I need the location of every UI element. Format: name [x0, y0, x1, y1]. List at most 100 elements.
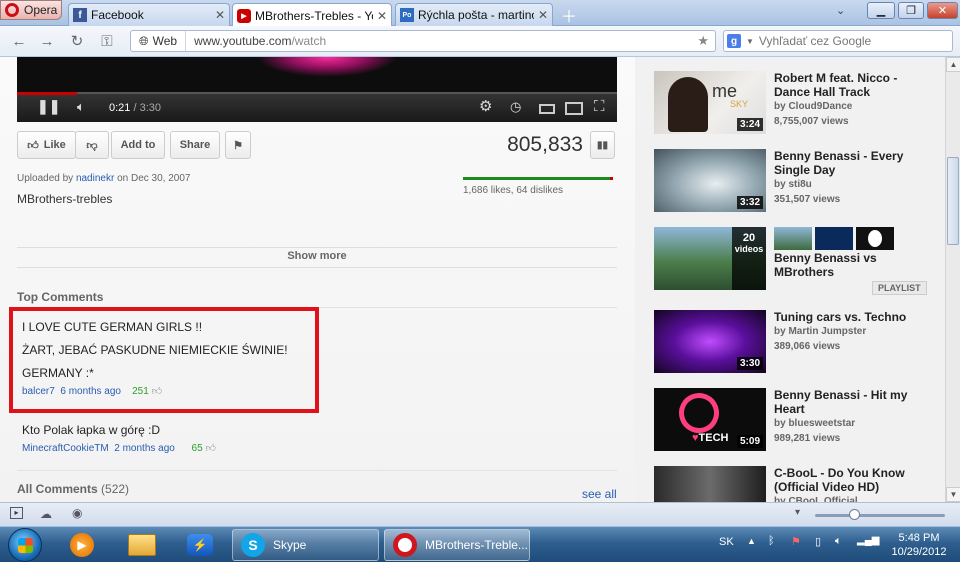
uploader-link[interactable]: nadinekr — [76, 173, 114, 184]
comment-age-link[interactable]: 2 months ago — [114, 443, 175, 454]
see-all-link[interactable]: see all — [582, 487, 617, 501]
related-video-info: Robert M feat. Nicco - Dance Hall Track … — [774, 71, 934, 129]
add-to-label: Add to — [120, 139, 156, 151]
related-video-title[interactable]: C-BooL - Do You Know (Official Video HD) — [774, 466, 934, 494]
new-tab-plus-icon[interactable]: ＋ — [561, 3, 577, 27]
tab-mail[interactable]: Po Rýchla pošta - martino56 ✕ — [395, 3, 553, 26]
engine-dropdown-icon[interactable]: ▼ — [746, 37, 754, 46]
video-thumbnail[interactable]: ♥TECH 5:09 — [654, 388, 766, 451]
tab-title: Rýchla pošta - martino56 — [418, 8, 534, 22]
related-video-item[interactable]: ♥TECH 5:09 Benny Benassi - Hit my Heart … — [654, 388, 944, 452]
comment-author-link[interactable]: MinecraftCookieTM — [22, 443, 109, 454]
related-videos-sidebar: me SKY 3:24 Robert M feat. Nicco - Dance… — [635, 57, 945, 502]
related-video-item[interactable]: 3:32 Benny Benassi - Every Single Day by… — [654, 149, 944, 213]
video-player[interactable]: ❚❚ 🔈︎ 0:21 / 3:30 ⚙ ◷ ⛶ — [17, 57, 617, 122]
panel-toggle-icon[interactable]: ▸ — [10, 507, 23, 519]
start-button[interactable] — [8, 528, 42, 562]
comment-thumbs-up-icon[interactable]: 👍︎ — [205, 443, 215, 454]
close-tab-icon[interactable]: ✕ — [377, 9, 387, 23]
clock[interactable]: 5:48 PM 10/29/2012 — [884, 531, 954, 559]
action-center-flag-icon[interactable]: ⚑ — [791, 535, 801, 548]
tab-facebook[interactable]: f Facebook ✕ — [68, 3, 230, 26]
search-field[interactable]: g ▼ Vyhľadať cez Google — [723, 30, 953, 52]
bluetooth-icon[interactable]: ᛒ — [768, 535, 775, 547]
dislike-button[interactable]: 👎︎ — [75, 131, 109, 159]
share-button[interactable]: Share — [170, 131, 220, 159]
zoom-slider-track[interactable] — [815, 514, 945, 517]
taskbar-skype-button[interactable]: S Skype — [232, 529, 379, 561]
messenger-icon[interactable]: ⚡ — [180, 530, 220, 560]
playback-progress-bar[interactable] — [17, 92, 77, 95]
video-thumbnail[interactable]: 3:32 — [654, 149, 766, 212]
volume-speaker-icon[interactable]: 🔈︎ — [835, 535, 842, 548]
playlist-item[interactable]: 20 videos Benny Benassi vs MBrothers PLA… — [654, 227, 944, 295]
scrollbar-thumb[interactable] — [947, 157, 959, 245]
like-button[interactable]: 👍︎ Like — [17, 131, 76, 159]
pause-icon[interactable]: ❚❚ — [37, 98, 60, 115]
view-toggle-icon[interactable]: ▾ — [795, 507, 800, 518]
related-video-title[interactable]: Benny Benassi - Every Single Day — [774, 149, 934, 177]
related-video-item[interactable]: 3:30 Tuning cars vs. Techno by Martin Ju… — [654, 310, 944, 374]
playlist-title[interactable]: Benny Benassi vs MBrothers — [774, 251, 934, 279]
close-tab-icon[interactable]: ✕ — [215, 8, 225, 22]
related-video-info: C-BooL - Do You Know (Official Video HD)… — [774, 466, 934, 502]
network-signal-icon[interactable]: ▂▄▆ — [857, 535, 879, 546]
close-tab-icon[interactable]: ✕ — [538, 8, 548, 22]
file-explorer-icon[interactable] — [122, 530, 162, 560]
related-video-title[interactable]: Tuning cars vs. Techno — [774, 310, 934, 324]
bunny-icon — [868, 230, 882, 247]
related-video-views: 8,755,007 views — [774, 116, 849, 127]
video-duration: 3:32 — [736, 196, 763, 209]
watch-later-clock-icon[interactable]: ◷ — [510, 99, 521, 115]
show-hidden-icons-arrow-icon[interactable]: ▲ — [747, 536, 756, 546]
related-video-title[interactable]: Robert M feat. Nicco - Dance Hall Track — [774, 71, 934, 99]
site-info-button[interactable]: 🌐︎ Web — [131, 31, 187, 51]
bookmark-star-icon[interactable]: ★ — [697, 33, 709, 49]
taskbar-opera-button[interactable]: MBrothers-Treble... — [384, 529, 530, 561]
small-player-icon[interactable] — [539, 104, 555, 114]
battery-icon[interactable]: ▯ — [815, 535, 821, 548]
reload-icon[interactable]: ↻ — [68, 33, 86, 50]
large-player-icon[interactable] — [565, 102, 583, 115]
forward-arrow-icon[interactable]: → — [38, 33, 56, 50]
volume-icon[interactable]: 🔈︎ — [77, 99, 85, 115]
flag-button[interactable]: ⚑ — [225, 131, 251, 159]
tab-youtube[interactable]: ▶ MBrothers-Trebles - Yo... ✕ — [232, 3, 392, 27]
address-field[interactable]: 🌐︎ Web www.youtube.com/watch ★ — [130, 30, 716, 52]
media-player-icon[interactable]: ▶ — [62, 530, 102, 560]
related-video-item[interactable]: me SKY 3:24 Robert M feat. Nicco - Dance… — [654, 71, 944, 135]
video-thumbnail[interactable] — [654, 466, 766, 502]
web-page: ❚❚ 🔈︎ 0:21 / 3:30 ⚙ ◷ ⛶ 👍︎ Like 👎︎ Add to — [0, 57, 960, 502]
stats-button[interactable]: ▮▮ — [590, 131, 615, 159]
likes-dislikes-text: 1,686 likes, 64 dislikes — [463, 185, 564, 196]
fullscreen-icon[interactable]: ⛶ — [594, 98, 605, 115]
playlist-thumbnail[interactable]: 20 videos — [654, 227, 766, 290]
show-more-button[interactable]: Show more — [17, 250, 617, 262]
settings-gear-icon[interactable]: ⚙ — [479, 97, 492, 115]
back-arrow-icon[interactable]: ← — [10, 33, 28, 50]
zoom-slider-knob[interactable] — [849, 509, 860, 520]
scroll-up-arrow-icon[interactable]: ▲ — [946, 57, 960, 72]
tab-title: MBrothers-Trebles - Yo... — [255, 8, 373, 23]
maximize-window-button[interactable]: ❐ — [898, 2, 924, 19]
close-window-button[interactable]: ✕ — [927, 2, 958, 19]
language-indicator[interactable]: SK — [719, 536, 734, 548]
opera-menu-button[interactable]: Opera — [0, 0, 62, 20]
cloud-unite-icon[interactable]: ☁ — [40, 507, 52, 521]
related-video-title[interactable]: Benny Benassi - Hit my Heart — [774, 388, 934, 416]
key-icon[interactable]: ⚿ — [98, 33, 116, 50]
turbo-icon[interactable]: ◉ — [72, 506, 82, 520]
comment-item: Kto Polak łapka w górę :D MinecraftCooki… — [22, 419, 322, 454]
tab-list-chevron-icon[interactable]: ⌄ — [836, 4, 845, 17]
video-thumbnail[interactable]: 3:30 — [654, 310, 766, 373]
player-control-bar: ❚❚ 🔈︎ 0:21 / 3:30 ⚙ ◷ ⛶ — [17, 92, 617, 122]
minimize-window-button[interactable]: ▁ — [867, 2, 895, 19]
page-scrollbar[interactable]: ▲ ▼ — [945, 57, 960, 502]
add-to-button[interactable]: Add to — [111, 131, 165, 159]
playlist-mini-thumb — [774, 227, 812, 250]
video-thumbnail[interactable]: me SKY 3:24 — [654, 71, 766, 134]
scroll-down-arrow-icon[interactable]: ▼ — [946, 487, 960, 502]
divider — [17, 267, 617, 268]
related-video-item[interactable]: C-BooL - Do You Know (Official Video HD)… — [654, 466, 944, 502]
video-description-title: MBrothers-trebles — [17, 192, 113, 206]
